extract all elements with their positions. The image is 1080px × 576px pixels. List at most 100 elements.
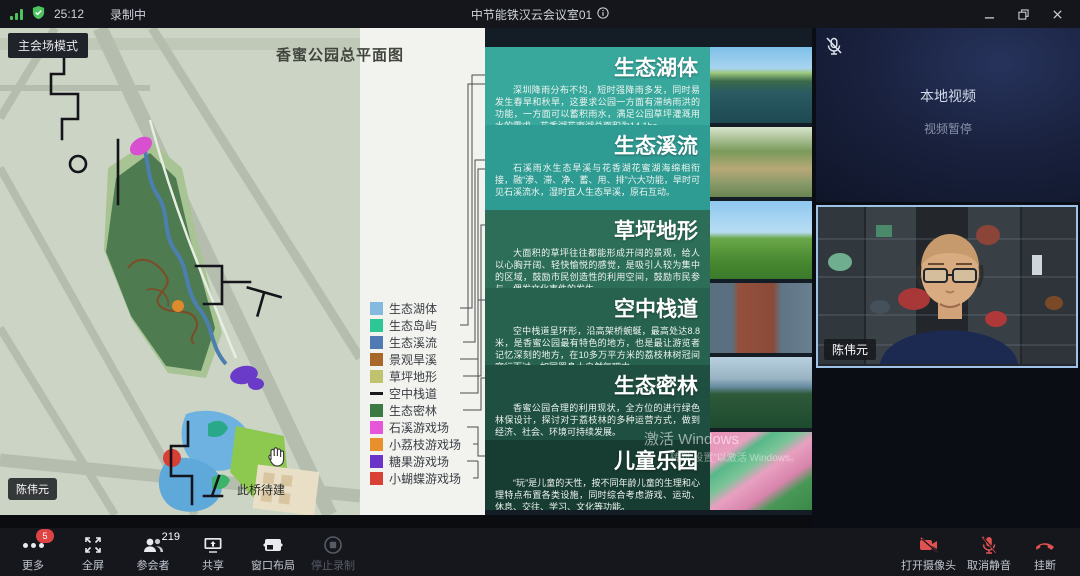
stop-record-icon: [323, 535, 343, 555]
share-button[interactable]: 共享: [190, 531, 236, 573]
legend-item: 生态湖体: [370, 300, 461, 317]
hangup-label: 挂断: [1034, 557, 1056, 573]
toolbar-left-group: 5 更多 全屏 219: [0, 531, 356, 573]
photo-eco-lake: [710, 47, 812, 123]
legend-swatch: [370, 421, 383, 434]
legend-swatch: [370, 455, 383, 468]
legend-swatch: [370, 472, 383, 485]
speaker-name-tag: 陈伟元: [824, 339, 876, 360]
legend-list: 生态湖体 生态岛屿 生态溪流 景观旱溪 草坪地形 空中栈道 生态密林 石溪游戏场…: [370, 300, 461, 487]
section-title: 生态湖体: [485, 47, 710, 83]
legend-item: 草坪地形: [370, 368, 461, 385]
legend-item: 景观旱溪: [370, 351, 461, 368]
window-controls: [976, 4, 1080, 24]
section-sky-walkway: 空中栈道 空中栈道呈环形，沿高架桥蜿蜒，最高处达8.8米，是香蜜公园最有特色的地…: [485, 288, 710, 365]
section-title: 草坪地形: [485, 210, 710, 246]
map-bridge-note: 此桥待建: [237, 483, 285, 497]
legend-swatch: [370, 392, 383, 395]
layout-icon: [262, 535, 284, 555]
titlebar-status-group: 25:12 录制中: [0, 5, 146, 23]
more-button[interactable]: 5 更多: [10, 531, 56, 573]
local-video-status: 视频暂停: [816, 120, 1080, 137]
layout-label: 窗口布局: [251, 557, 295, 573]
meeting-title: 中节能铁汉云会议室01: [471, 6, 592, 23]
fullscreen-label: 全屏: [82, 557, 104, 573]
more-badge: 5: [36, 529, 54, 543]
legend-item: 石溪游戏场: [370, 419, 461, 436]
section-description: 空中栈道呈环形，沿高架桥蜿蜒，最高处达8.8米，是香蜜公园最有特色的地方，也是最…: [485, 324, 710, 365]
legend-swatch: [370, 319, 383, 332]
fullscreen-button[interactable]: 全屏: [70, 531, 116, 573]
camera-off-icon: [918, 535, 940, 555]
minimize-button[interactable]: [976, 4, 1002, 24]
legend-item: 空中栈道: [370, 385, 461, 402]
shield-icon: [31, 5, 46, 23]
unmute-label: 取消静音: [967, 557, 1011, 573]
layout-button[interactable]: 窗口布局: [250, 531, 296, 573]
section-eco-forest: 生态密林 香蜜公园合理的利用现状，全方位的进行绿色林保设计，探讨对于荔枝林的多种…: [485, 365, 710, 440]
toolbar-right-group: 打开摄像头 取消静音: [901, 531, 1080, 573]
close-button[interactable]: [1044, 4, 1070, 24]
info-icon[interactable]: [597, 7, 609, 22]
photo-eco-forest: [710, 357, 812, 428]
open-camera-label: 打开摄像头: [901, 557, 956, 573]
legend-item: 小蝴蝶游戏场: [370, 470, 461, 487]
mic-muted-icon: [824, 36, 844, 61]
bottom-toolbar: 5 更多 全屏 219: [0, 528, 1080, 576]
main-venue-mode-badge: 主会场模式: [8, 33, 88, 58]
video-sidebar: 本地视频 视频暂停: [812, 28, 1080, 528]
legend-label: 糖果游戏场: [389, 453, 449, 470]
section-description: 香蜜公园合理的利用现状，全方位的进行绿色林保设计，探讨对于荔枝林的多种运营方式，…: [485, 401, 710, 438]
fullscreen-icon: [84, 535, 102, 555]
map-title: 香蜜公园总平面图: [205, 44, 475, 65]
legend-item: 生态岛屿: [370, 317, 461, 334]
section-children-park: 儿童乐园 “玩”是儿童的天性，按不同年龄儿童的生理和心理特点布置各类设施，同时综…: [485, 440, 710, 510]
section-title: 空中栈道: [485, 288, 710, 324]
legend-swatch: [370, 404, 383, 417]
title-bar: 25:12 录制中 中节能铁汉云会议室01: [0, 0, 1080, 28]
participants-button[interactable]: 219 参会者: [130, 531, 176, 573]
legend-item: 糖果游戏场: [370, 453, 461, 470]
more-label: 更多: [22, 557, 44, 573]
meeting-timer: 25:12: [54, 7, 84, 21]
participants-count: 219: [162, 531, 180, 543]
recording-status: 录制中: [110, 6, 146, 23]
presenter-annotation-tag: 陈伟元: [8, 478, 57, 500]
share-label: 共享: [202, 557, 224, 573]
stop-record-label: 停止录制: [311, 557, 355, 573]
legend-swatch: [370, 438, 383, 451]
legend-item: 生态密林: [370, 402, 461, 419]
participants-label: 参会者: [137, 557, 170, 573]
photo-lawn-terrain: [710, 201, 812, 279]
unmute-button[interactable]: 取消静音: [966, 531, 1012, 573]
meeting-title-group: 中节能铁汉云会议室01: [0, 6, 1080, 23]
legend-swatch: [370, 370, 383, 383]
legend-label: 草坪地形: [389, 368, 437, 385]
hangup-button[interactable]: 挂断: [1022, 531, 1068, 573]
section-eco-lake: 生态湖体 深圳降雨分布不均，短时强降雨多发，同时易发生春旱和秋旱，这要求公园一方…: [485, 47, 710, 125]
section-description: 深圳降雨分布不均，短时强降雨多发，同时易发生春旱和秋旱，这要求公园一方面有滞纳雨…: [485, 83, 710, 125]
stage: 此桥待建: [0, 28, 1080, 528]
section-title: 儿童乐园: [485, 440, 710, 476]
legend-swatch: [370, 353, 383, 366]
local-video-tile[interactable]: 本地视频 视频暂停: [816, 28, 1080, 202]
legend-item: 生态溪流: [370, 334, 461, 351]
section-title: 生态密林: [485, 365, 710, 401]
open-camera-button[interactable]: 打开摄像头: [901, 531, 956, 573]
legend-label: 景观旱溪: [389, 351, 437, 368]
legend-label: 小蝴蝶游戏场: [389, 470, 461, 487]
hangup-phone-icon: [1034, 535, 1056, 555]
photo-sky-walkway: [710, 283, 812, 353]
legend-label: 石溪游戏场: [389, 419, 449, 436]
photo-children-park: [710, 432, 812, 510]
signal-icon: [10, 8, 23, 20]
section-description: 石溪雨水生态旱溪与花香湖花蜜湖海绵相衔接，融“渗、滞、净、蓄、用、排”六大功能，…: [485, 161, 710, 198]
description-panel: 生态湖体 深圳降雨分布不均，短时强降雨多发，同时易发生春旱和秋旱，这要求公园一方…: [485, 47, 710, 510]
active-speaker-tile[interactable]: 陈伟元: [816, 205, 1078, 368]
restore-button[interactable]: [1010, 4, 1036, 24]
photo-eco-stream: [710, 127, 812, 197]
stop-record-button[interactable]: 停止录制: [310, 531, 356, 573]
section-lawn-terrain: 草坪地形 大面积的草坪往往都能形成开阔的景观，给人以心胸开阔、轻快愉悦的感觉，是…: [485, 210, 710, 288]
park-map: 此桥待建: [0, 28, 360, 515]
legend-swatch: [370, 336, 383, 349]
